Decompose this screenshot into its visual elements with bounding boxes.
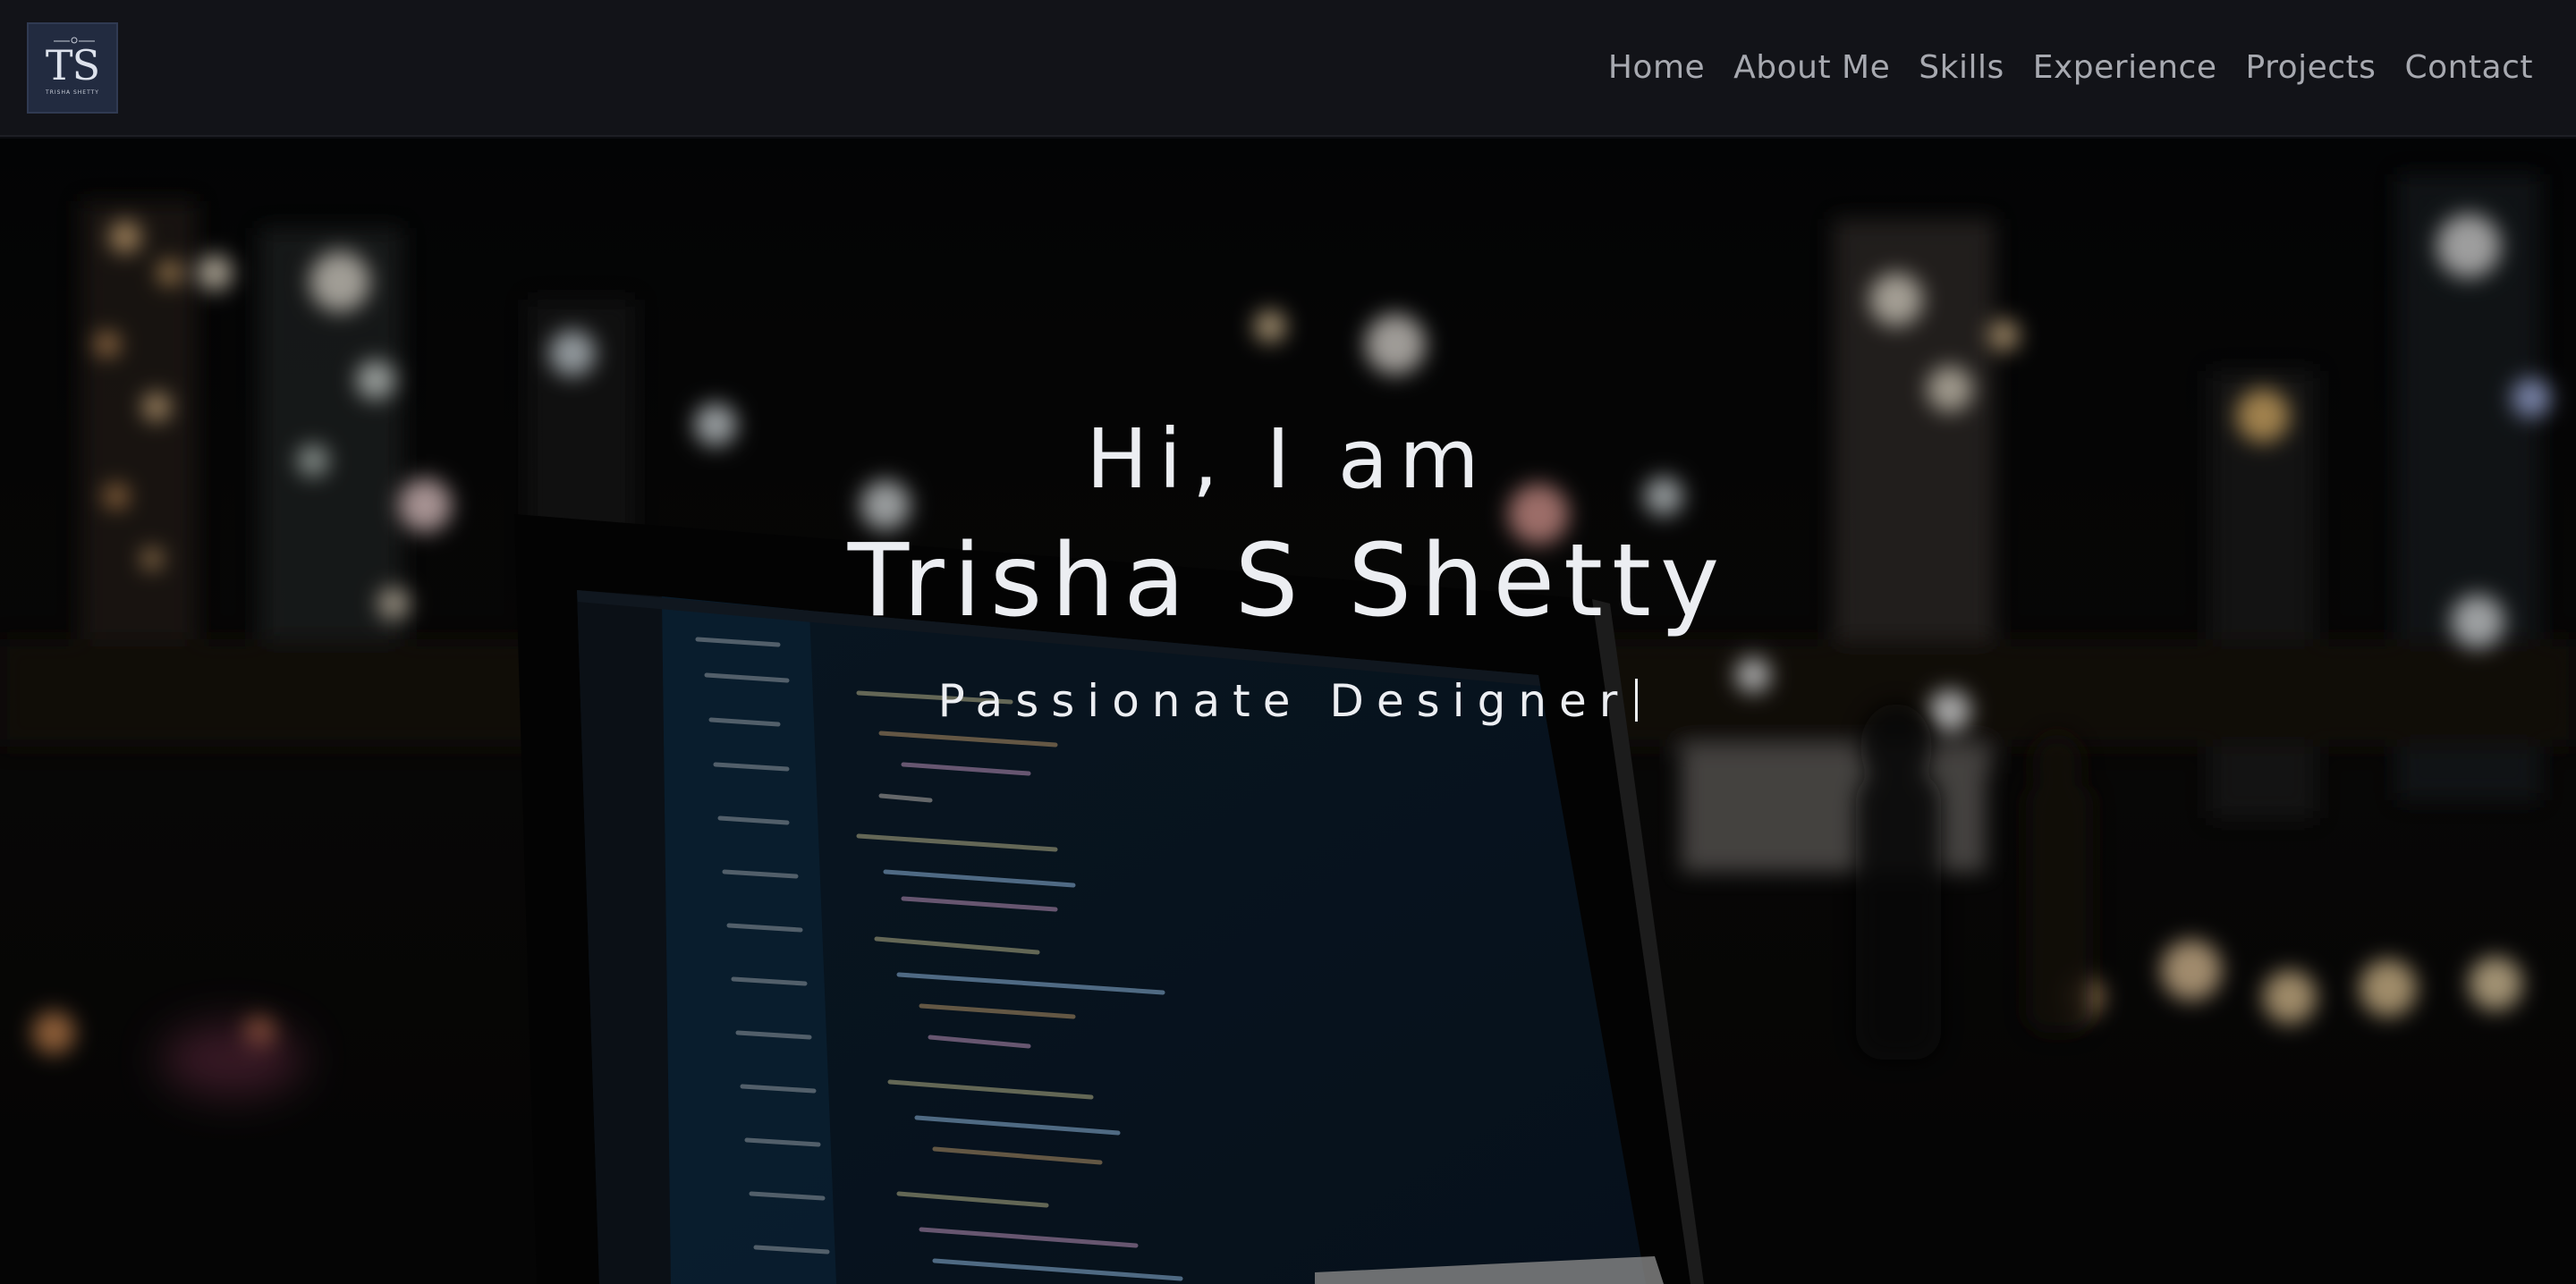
typing-cursor — [1635, 679, 1639, 722]
nav-about-me[interactable]: About Me — [1733, 49, 1890, 86]
site-logo[interactable]: TS TRISHA SHETTY — [27, 21, 118, 114]
logo-monogram: TS — [45, 41, 100, 89]
logo-subtitle: TRISHA SHETTY — [46, 89, 99, 96]
hero-tagline-text: Passionate Designer — [937, 675, 1631, 727]
hero-section: Hi, I am Trisha S Shetty Passionate Desi… — [0, 139, 2576, 1284]
navbar: TS TRISHA SHETTY Home About Me Skills Ex… — [0, 0, 2576, 137]
nav-projects[interactable]: Projects — [2246, 49, 2377, 86]
hero-tagline: Passionate Designer — [0, 675, 2576, 727]
hero-name: Trisha S Shetty — [847, 523, 1729, 639]
crown-ornament-icon — [54, 37, 95, 43]
nav-experience[interactable]: Experience — [2033, 49, 2217, 86]
nav-contact[interactable]: Contact — [2404, 49, 2533, 86]
main-nav: Home About Me Skills Experience Projects… — [1608, 49, 2533, 86]
nav-home[interactable]: Home — [1608, 49, 1705, 86]
nav-skills[interactable]: Skills — [1919, 49, 2004, 86]
hero-greeting: Hi, I am — [1086, 411, 1490, 507]
